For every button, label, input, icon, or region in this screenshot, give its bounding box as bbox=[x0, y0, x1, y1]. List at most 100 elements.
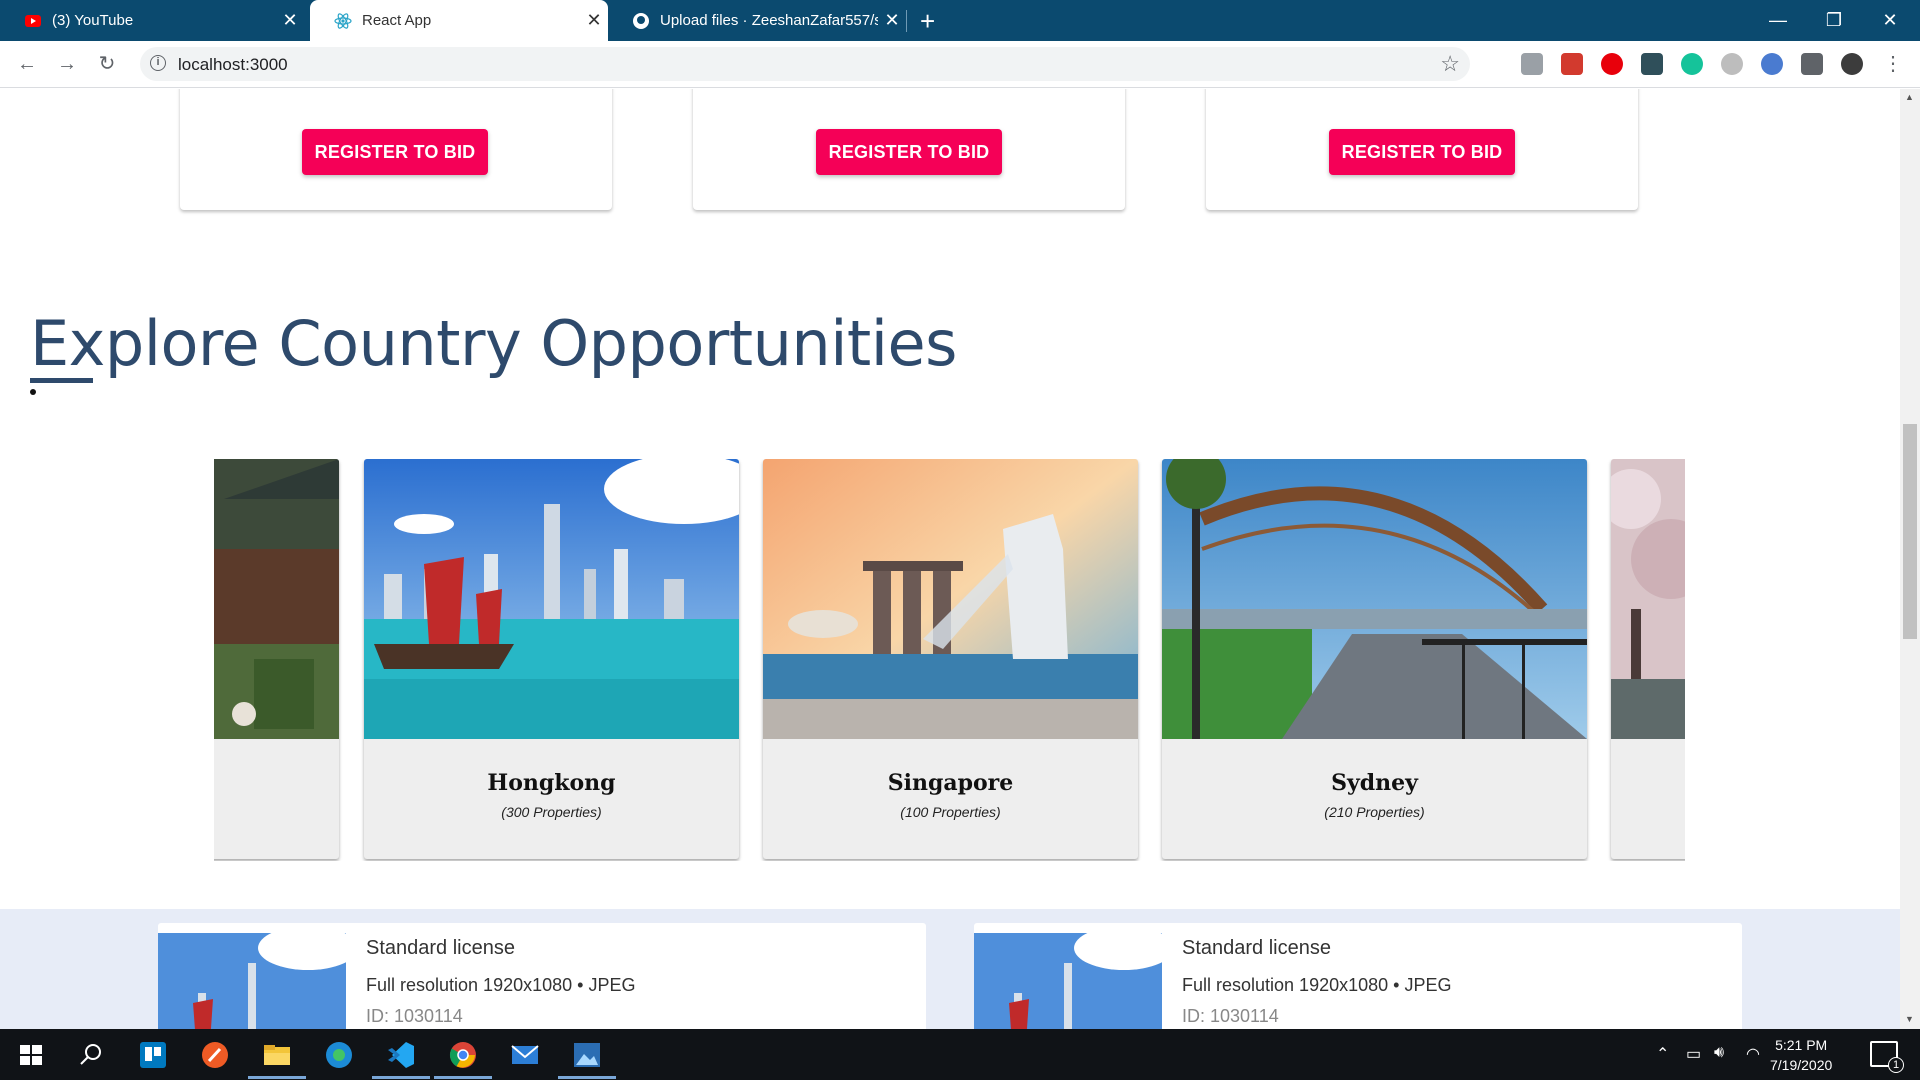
trello-icon[interactable] bbox=[138, 1041, 168, 1069]
country-card-partial[interactable] bbox=[214, 459, 339, 859]
chevron-up-icon[interactable]: ⌃ bbox=[1656, 1044, 1669, 1064]
minimize-button[interactable]: — bbox=[1750, 0, 1806, 41]
extension-icon[interactable] bbox=[1761, 53, 1783, 75]
register-to-bid-button[interactable]: REGISTER TO BID bbox=[816, 129, 1002, 175]
system-clock[interactable]: 5:21 PM 7/19/2020 bbox=[1770, 1035, 1832, 1075]
notification-center-icon[interactable]: 1 bbox=[1870, 1041, 1904, 1073]
puzzle-icon[interactable] bbox=[1801, 53, 1823, 75]
react-icon bbox=[334, 12, 352, 29]
tab-youtube[interactable]: (3) YouTube ✕ bbox=[0, 0, 304, 41]
tab-strip: (3) YouTube ✕ React App ✕ Upload files ·… bbox=[0, 0, 1920, 41]
edge-icon[interactable] bbox=[324, 1041, 354, 1069]
clock-time: 5:21 PM bbox=[1775, 1037, 1828, 1053]
info-icon[interactable]: i bbox=[150, 55, 166, 71]
country-name: Sydney bbox=[1331, 770, 1418, 796]
battery-icon[interactable]: ▭ bbox=[1686, 1044, 1701, 1064]
active-app-indicator bbox=[372, 1076, 430, 1079]
search-icon[interactable] bbox=[76, 1041, 106, 1069]
tab-title: (3) YouTube bbox=[52, 12, 134, 29]
notification-count: 1 bbox=[1888, 1057, 1904, 1073]
extension-icon[interactable] bbox=[1521, 53, 1543, 75]
bookmark-star-icon[interactable]: ☆ bbox=[1440, 51, 1460, 77]
url-text: localhost:3000 bbox=[178, 55, 288, 74]
address-bar[interactable]: i localhost:3000 ☆ bbox=[140, 47, 1470, 81]
avatar[interactable] bbox=[1841, 53, 1863, 75]
section-title: Explore Country Opportunities bbox=[30, 307, 957, 380]
extension-icon[interactable] bbox=[1721, 53, 1743, 75]
register-to-bid-button[interactable]: REGISTER TO BID bbox=[302, 129, 488, 175]
taskbar: ⌃ ▭ 🔊︎ ◠ 5:21 PM 7/19/2020 1 bbox=[0, 1029, 1920, 1080]
page-scrollbar[interactable]: ▲ ▼ bbox=[1900, 89, 1920, 1029]
title-underline bbox=[30, 378, 93, 383]
clock-date: 7/19/2020 bbox=[1770, 1057, 1833, 1073]
country-image bbox=[1162, 459, 1587, 739]
license-id: ID: 1030114 bbox=[1182, 1006, 1279, 1026]
license-id: ID: 1030114 bbox=[366, 1006, 463, 1026]
scrollbar-thumb[interactable] bbox=[1903, 424, 1917, 639]
active-app-indicator bbox=[558, 1076, 616, 1079]
mail-icon[interactable] bbox=[510, 1041, 540, 1069]
country-name: Singapore bbox=[887, 770, 1014, 796]
auction-card: REGISTER TO BID bbox=[1206, 89, 1638, 210]
license-card[interactable]: Standard license Full resolution 1920x10… bbox=[974, 923, 1742, 1029]
forward-button[interactable]: → bbox=[54, 51, 80, 77]
youtube-icon bbox=[25, 14, 41, 27]
country-card-singapore[interactable]: Singapore (100 Properties) bbox=[763, 459, 1138, 859]
postman-icon[interactable] bbox=[200, 1041, 230, 1069]
license-title: Standard license bbox=[366, 937, 515, 959]
license-card[interactable]: Standard license Full resolution 1920x10… bbox=[158, 923, 926, 1029]
reload-button[interactable]: ↻ bbox=[94, 51, 120, 77]
restore-button[interactable]: ❐ bbox=[1806, 0, 1862, 41]
scroll-down-arrow[interactable]: ▼ bbox=[1905, 1014, 1914, 1024]
country-card-sydney[interactable]: Sydney (210 Properties) bbox=[1162, 459, 1587, 859]
license-resolution: Full resolution 1920x1080 • JPEG bbox=[366, 975, 636, 995]
tab-title: React App bbox=[362, 12, 432, 29]
volume-icon[interactable]: 🔊︎ bbox=[1714, 1044, 1724, 1062]
tab-react-app[interactable]: React App ✕ bbox=[310, 0, 608, 41]
license-thumbnail bbox=[974, 933, 1162, 1029]
back-button[interactable]: ← bbox=[14, 51, 40, 77]
license-resolution: Full resolution 1920x1080 • JPEG bbox=[1182, 975, 1452, 995]
vscode-icon[interactable] bbox=[386, 1041, 416, 1069]
register-to-bid-button[interactable]: REGISTER TO BID bbox=[1329, 129, 1515, 175]
photos-icon[interactable] bbox=[572, 1041, 602, 1069]
country-image bbox=[364, 459, 739, 739]
close-window-button[interactable]: ✕ bbox=[1862, 0, 1918, 41]
close-tab-icon[interactable]: ✕ bbox=[276, 10, 304, 31]
new-tab-button[interactable]: + bbox=[920, 6, 935, 37]
auction-card: REGISTER TO BID bbox=[180, 89, 612, 210]
active-app-indicator bbox=[434, 1076, 492, 1079]
page-content: REGISTER TO BID REGISTER TO BID REGISTER… bbox=[0, 89, 1900, 1029]
license-thumbnail bbox=[158, 933, 346, 1029]
country-properties: (100 Properties) bbox=[900, 804, 1001, 820]
browser-toolbar: ← → ↻ i localhost:3000 ☆ ⋮ bbox=[0, 41, 1920, 88]
country-card-partial[interactable] bbox=[1611, 459, 1685, 859]
country-card-hongkong[interactable]: Hongkong (300 Properties) bbox=[364, 459, 739, 859]
country-image bbox=[214, 459, 339, 739]
tab-github[interactable]: Upload files · ZeeshanZafar557/s ✕ bbox=[608, 0, 906, 41]
file-explorer-icon[interactable] bbox=[262, 1041, 292, 1069]
chrome-icon[interactable] bbox=[448, 1041, 478, 1069]
license-title: Standard license bbox=[1182, 937, 1331, 959]
country-image bbox=[763, 459, 1138, 739]
scroll-up-arrow[interactable]: ▲ bbox=[1905, 92, 1914, 102]
close-tab-icon[interactable]: ✕ bbox=[580, 10, 608, 31]
country-name: Hongkong bbox=[487, 770, 616, 796]
wifi-icon[interactable]: ◠ bbox=[1746, 1044, 1760, 1064]
github-icon bbox=[633, 12, 649, 29]
decorative-dot bbox=[30, 389, 36, 395]
grammarly-icon[interactable] bbox=[1681, 53, 1703, 75]
close-tab-icon[interactable]: ✕ bbox=[878, 10, 906, 31]
extension-icon[interactable] bbox=[1601, 53, 1623, 75]
tab-title: Upload files · ZeeshanZafar557/s bbox=[660, 12, 878, 29]
license-section: Standard license Full resolution 1920x10… bbox=[0, 909, 1900, 1029]
extension-icon[interactable] bbox=[1641, 53, 1663, 75]
auction-card: REGISTER TO BID bbox=[693, 89, 1125, 210]
menu-icon[interactable]: ⋮ bbox=[1880, 51, 1906, 77]
tab-separator bbox=[906, 10, 907, 32]
country-carousel[interactable]: Hongkong (300 Properties) Singapore (100… bbox=[214, 459, 1685, 861]
active-app-indicator bbox=[248, 1076, 306, 1079]
country-properties: (210 Properties) bbox=[1324, 804, 1425, 820]
windows-start-icon[interactable] bbox=[16, 1041, 46, 1069]
extension-icon[interactable] bbox=[1561, 53, 1583, 75]
